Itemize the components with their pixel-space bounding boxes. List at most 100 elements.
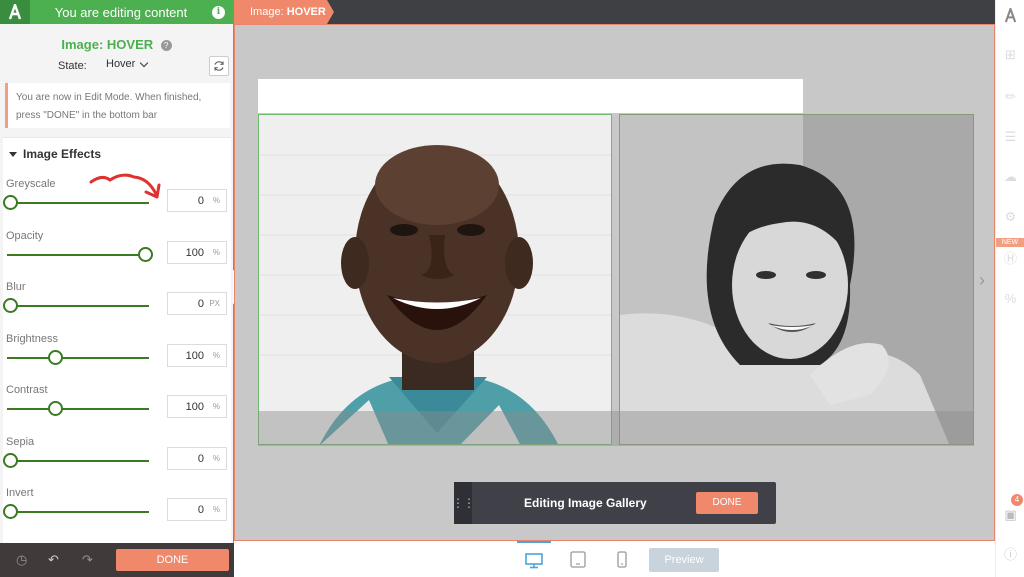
- image-effects-title: Image Effects: [23, 147, 102, 161]
- undo-icon[interactable]: ↶: [48, 552, 59, 568]
- drag-handle-icon[interactable]: ⋮⋮: [452, 482, 475, 524]
- gallery-top-strip: [258, 79, 803, 113]
- effect-value: 100: [185, 350, 204, 362]
- contrast-slider-knob[interactable]: [47, 401, 63, 416]
- chevron-down-icon: [140, 58, 149, 67]
- effect-unit: %: [212, 351, 220, 360]
- edit-notice-line: press "DONE" in the bottom bar: [16, 110, 158, 121]
- editing-toolbar: ⋮⋮ Editing Image Gallery DONE: [452, 482, 776, 524]
- editor-canvas: ⋮⋮ Editing Image Gallery DONE: [234, 24, 995, 541]
- greyscale-slider-track[interactable]: [7, 202, 149, 204]
- layers-icon[interactable]: ☰: [1002, 128, 1019, 145]
- effect-brightness: Brightness 100 %: [3, 333, 231, 383]
- element-title-row: Image: HOVER ?: [0, 36, 233, 52]
- effect-label: Opacity: [6, 230, 44, 242]
- effect-value: 100: [185, 247, 204, 259]
- preview-button[interactable]: Preview: [649, 548, 719, 572]
- help-icon[interactable]: ⓘ: [1002, 546, 1019, 563]
- greyscale-input[interactable]: 0 %: [167, 189, 227, 212]
- effect-unit: %: [212, 505, 220, 514]
- effect-blur: Blur 0 PX: [3, 281, 231, 331]
- panel-done-button[interactable]: DONE: [116, 549, 229, 571]
- effect-value: 0: [197, 453, 204, 465]
- mobile-icon: [617, 551, 627, 568]
- app-logo-icon[interactable]: [1002, 5, 1019, 25]
- desktop-view-button[interactable]: [517, 541, 551, 577]
- effect-label: Brightness: [6, 333, 58, 345]
- contrast-input[interactable]: 100 %: [167, 395, 227, 418]
- notifications-icon[interactable]: ▣: [1002, 506, 1019, 523]
- app-logo-icon[interactable]: [0, 0, 30, 24]
- effect-value: 0: [197, 504, 204, 516]
- state-label: State:: [58, 60, 87, 72]
- info-icon[interactable]: i: [212, 5, 225, 19]
- breadcrumb-state: HOVER: [286, 6, 326, 18]
- refresh-icon: [214, 61, 224, 71]
- effect-unit: %: [212, 248, 220, 257]
- effect-value: 0: [197, 195, 204, 207]
- breadcrumb[interactable]: Image: HOVER: [234, 0, 334, 24]
- effect-unit: %: [212, 196, 220, 205]
- gallery-image-man[interactable]: [258, 114, 612, 445]
- gallery-image-woman[interactable]: [619, 114, 974, 445]
- state-select[interactable]: Hover: [106, 58, 149, 70]
- refresh-state-button[interactable]: [209, 56, 229, 76]
- edit-mode-notice: You are now in Edit Mode. When finished,…: [5, 83, 230, 128]
- notification-count-badge: 4: [1011, 494, 1023, 506]
- sepia-input[interactable]: 0 %: [167, 447, 227, 470]
- invert-input[interactable]: 0 %: [167, 498, 227, 521]
- history-icon[interactable]: ◷: [16, 552, 27, 568]
- contrast-slider-track[interactable]: [7, 408, 149, 410]
- cloud-icon[interactable]: ☁: [1002, 168, 1019, 185]
- state-row: State: Hover: [0, 54, 233, 80]
- top-bar: Image: HOVER: [234, 0, 995, 24]
- panel-header: You are editing content i: [0, 0, 233, 24]
- effect-value: 0: [197, 298, 204, 310]
- smiling-woman-photo: [620, 115, 973, 444]
- effect-unit: %: [212, 402, 220, 411]
- tablet-view-button[interactable]: [561, 541, 595, 577]
- effect-unit: PX: [209, 299, 220, 308]
- gear-icon[interactable]: ⚙: [1002, 208, 1019, 225]
- right-toolbar: ⊞ ✏ ☰ ☁ ⚙ NEW Ⓗ % ▣ 4 ⓘ: [995, 0, 1024, 577]
- brightness-input[interactable]: 100 %: [167, 344, 227, 367]
- image-effects-toggle[interactable]: Image Effects: [3, 138, 231, 170]
- redo-icon[interactable]: ↷: [82, 552, 93, 568]
- percent-icon[interactable]: %: [1002, 290, 1019, 307]
- effect-label: Greyscale: [6, 178, 56, 190]
- mobile-view-button[interactable]: [605, 541, 639, 577]
- editor-side-panel: You are editing content i Image: HOVER ?…: [0, 0, 234, 577]
- opacity-slider-track[interactable]: [7, 254, 149, 256]
- effect-unit: %: [212, 454, 220, 463]
- brightness-slider-knob[interactable]: [47, 350, 63, 365]
- sepia-slider-track[interactable]: [7, 460, 149, 462]
- invert-slider-knob[interactable]: [3, 504, 18, 519]
- edit-notice-line: You are now in Edit Mode. When finished,: [16, 92, 202, 103]
- chevron-right-icon[interactable]: ›: [979, 270, 993, 290]
- blur-slider-knob[interactable]: [3, 298, 18, 313]
- effect-label: Sepia: [6, 436, 35, 448]
- desktop-icon: [525, 553, 543, 569]
- breadcrumb-prefix: Image:: [250, 6, 284, 18]
- device-bar: Preview: [234, 541, 995, 577]
- brightness-slider-track[interactable]: [7, 357, 149, 359]
- toolbar-done-button[interactable]: DONE: [696, 492, 758, 514]
- help-icon[interactable]: ?: [160, 40, 172, 51]
- effect-sepia: Sepia 0 %: [3, 436, 231, 486]
- opacity-slider-knob[interactable]: [138, 247, 153, 262]
- tablet-icon: [570, 551, 586, 568]
- blur-input[interactable]: 0 PX: [167, 292, 227, 315]
- annotation-arrow-icon: [89, 173, 161, 199]
- greyscale-slider-knob[interactable]: [3, 195, 18, 210]
- effect-invert: Invert 0 %: [3, 487, 231, 537]
- brush-icon[interactable]: ✏: [1002, 88, 1019, 105]
- smiling-man-photo: [259, 115, 611, 444]
- opacity-input[interactable]: 100 %: [167, 241, 227, 264]
- add-icon[interactable]: ⊞: [1002, 46, 1019, 63]
- blur-slider-track[interactable]: [7, 305, 149, 307]
- sepia-slider-knob[interactable]: [3, 453, 18, 468]
- wordpress-icon[interactable]: Ⓗ: [1002, 250, 1019, 267]
- invert-slider-track[interactable]: [7, 511, 149, 513]
- effect-value: 100: [185, 401, 204, 413]
- effect-opacity: Opacity 100 %: [3, 230, 231, 280]
